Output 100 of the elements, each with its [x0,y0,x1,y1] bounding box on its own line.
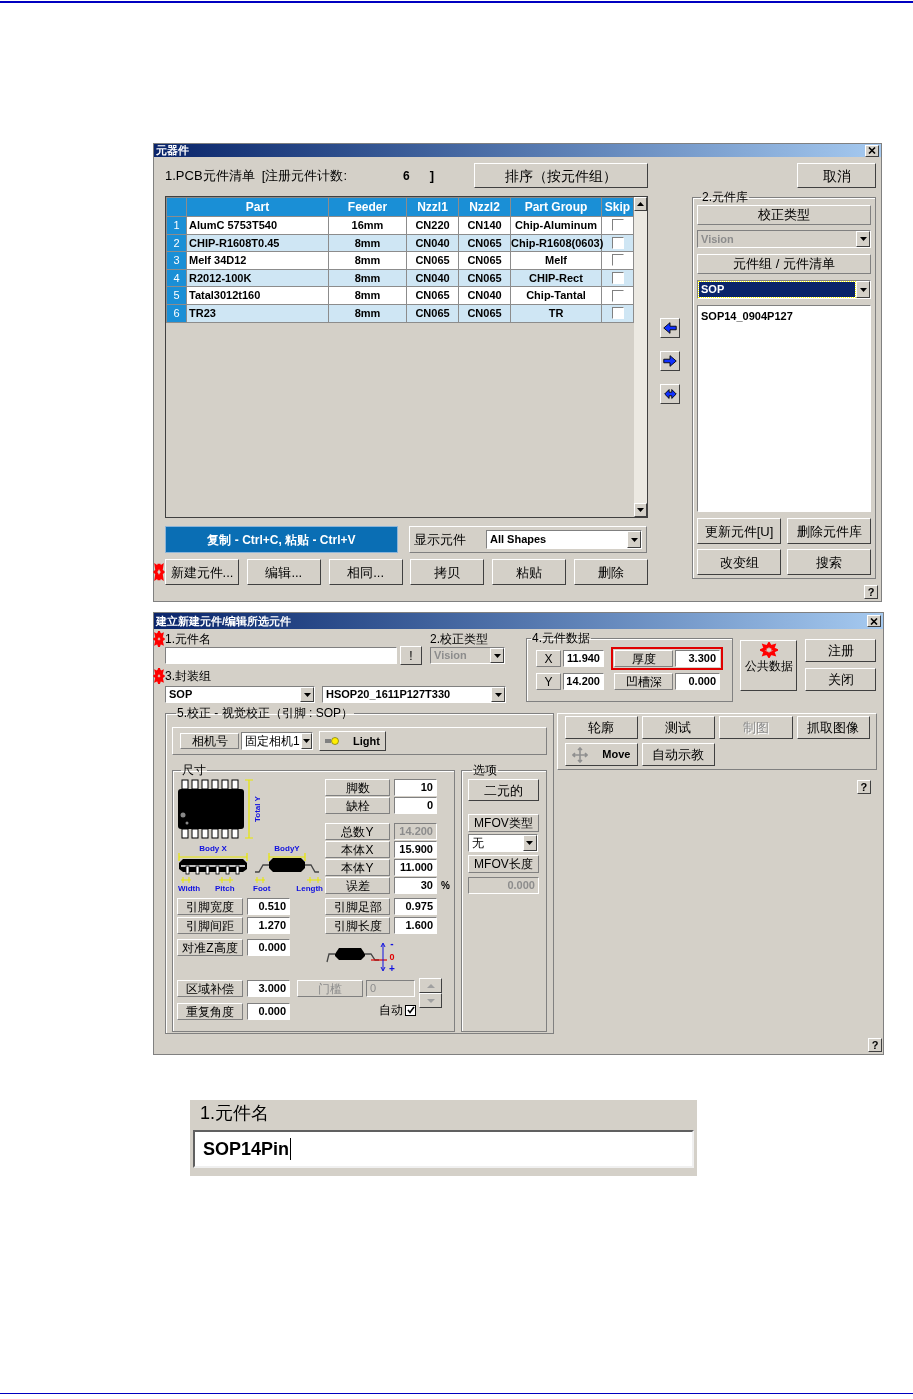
input-field[interactable]: 10 [394,779,437,796]
light-button[interactable]: Light [319,731,386,751]
field-label: MFOV长度 [467,855,539,873]
dimension-label: BodyY [274,844,300,853]
sort-button[interactable]: 排序（按元件组） [474,163,648,188]
scrollbar[interactable] [634,197,647,517]
scroll-up-button[interactable] [634,197,647,211]
button[interactable]: 删除 [574,559,648,585]
auto-checkbox[interactable] [405,1004,416,1016]
shortcut-hint: 复制 - Ctrl+C, 粘贴 - Ctrl+V [165,526,398,553]
offset-label: + [389,963,395,974]
help-button[interactable]: ? [856,780,871,794]
skip-checkbox[interactable] [611,254,624,267]
button[interactable]: 删除元件库 [787,518,871,544]
spin-down-button[interactable] [419,993,442,1008]
column-header[interactable]: Skip [601,197,634,217]
dropdown[interactable]: 固定相机1 [241,732,313,750]
skip-checkbox[interactable] [611,289,624,302]
scroll-down-button[interactable] [634,503,647,517]
button[interactable]: 拷贝 [410,559,485,585]
button[interactable]: 抓取图像 [796,716,870,739]
skip-checkbox[interactable] [611,307,624,320]
input-field[interactable]: 11.000 [394,859,437,876]
button[interactable]: 测试 [641,716,715,739]
field-label: 门槛 [297,980,363,997]
list-item[interactable]: SOP14_0904P127 [700,308,868,325]
table-cell: CN065 [458,269,511,287]
button[interactable]: 改变组 [697,549,781,575]
dropdown[interactable]: SOP [165,686,315,703]
column-header[interactable]: Nzzl1 [406,197,459,217]
help-button[interactable]: ? [868,1038,882,1052]
button[interactable]: 编辑... [246,559,321,585]
input-field[interactable]: 1.600 [394,917,437,934]
move-left-button[interactable] [660,318,680,338]
table-cell: CN140 [458,216,511,235]
skip-checkbox[interactable] [611,236,624,249]
input-field[interactable]: 1.270 [247,917,290,934]
dropdown[interactable]: SOP [697,280,871,299]
column-header[interactable]: Feeder [328,197,407,217]
table-cell: CN065 [458,304,511,323]
dimension-label: Foot [253,884,271,893]
dimension-label: Length [296,884,323,893]
button[interactable]: 新建元件... [165,559,239,585]
input-field[interactable]: 0.000 [247,1003,290,1020]
help-button[interactable]: ? [864,585,878,599]
input-field[interactable]: 11.940 [563,650,604,667]
input-field[interactable]: 3.000 [247,980,290,997]
input-field[interactable]: 0.975 [394,898,437,915]
move-icon [572,746,589,763]
input-field[interactable]: 14.200 [563,673,604,690]
input-field[interactable]: 3.300 [675,650,720,667]
button[interactable]: 粘贴 [492,559,567,585]
button[interactable]: 相同... [328,559,403,585]
skip-checkbox[interactable] [611,272,624,285]
button[interactable]: 轮廓 [564,716,638,739]
window-title: 元器件 [156,145,189,156]
dropdown[interactable]: All Shapes [486,530,642,549]
field-label: X [536,650,562,667]
button[interactable]: 关闭 [805,668,876,691]
dropdown[interactable]: 无 [467,834,538,852]
input-field[interactable]: SOP14Pin [193,1130,694,1168]
input-field[interactable]: 30 [394,877,437,894]
close-button[interactable] [865,144,879,157]
input-field[interactable]: 0.000 [675,673,720,690]
input-field[interactable]: 0 [394,797,437,814]
button[interactable]: 更新元件[U] [697,518,781,544]
check-button[interactable]: ! [400,646,422,665]
field-label: 总数Y [325,823,390,840]
window-title: 建立新建元件/编辑所选元件 [156,615,292,627]
caret-icon [526,841,534,845]
dropdown[interactable]: HSOP20_1611P127T330 [322,686,506,703]
button[interactable]: 注册 [805,639,876,662]
column-header[interactable]: Part Group [510,197,602,217]
input-field[interactable]: 0.510 [247,898,290,915]
move-all-button[interactable] [660,384,680,404]
move-right-button[interactable] [660,351,680,371]
table-cell: Melf [510,251,602,270]
column-header[interactable]: Part [186,197,329,217]
skip-checkbox[interactable] [611,219,624,232]
input-field[interactable] [165,647,397,664]
field-label: 1.元件名 [165,632,211,646]
close-button[interactable] [867,615,881,627]
field-label: 相机号 [180,733,239,749]
spin-up-button[interactable] [419,978,442,993]
table-cell: 8mm [328,269,407,287]
button[interactable]: 自动示教 [641,743,715,766]
button[interactable]: 二元的 [467,779,539,801]
common-data-button[interactable]: 公共数据 [740,640,797,691]
input-field[interactable]: 15.900 [394,841,437,858]
button[interactable]: 搜索 [787,549,871,575]
table-cell: Tatal3012t160 [186,286,329,305]
cancel-button[interactable]: 取消 [797,163,876,188]
close-icon [870,617,878,625]
field-label: 对准Z高度 [177,939,243,956]
table-cell: CN040 [406,234,459,252]
column-header[interactable]: Nzzl2 [458,197,511,217]
bulb-icon [325,737,342,745]
input-field[interactable]: 0.000 [247,939,290,956]
field-label: 2.校正类型 [430,633,488,645]
button[interactable]: Move [564,743,638,766]
